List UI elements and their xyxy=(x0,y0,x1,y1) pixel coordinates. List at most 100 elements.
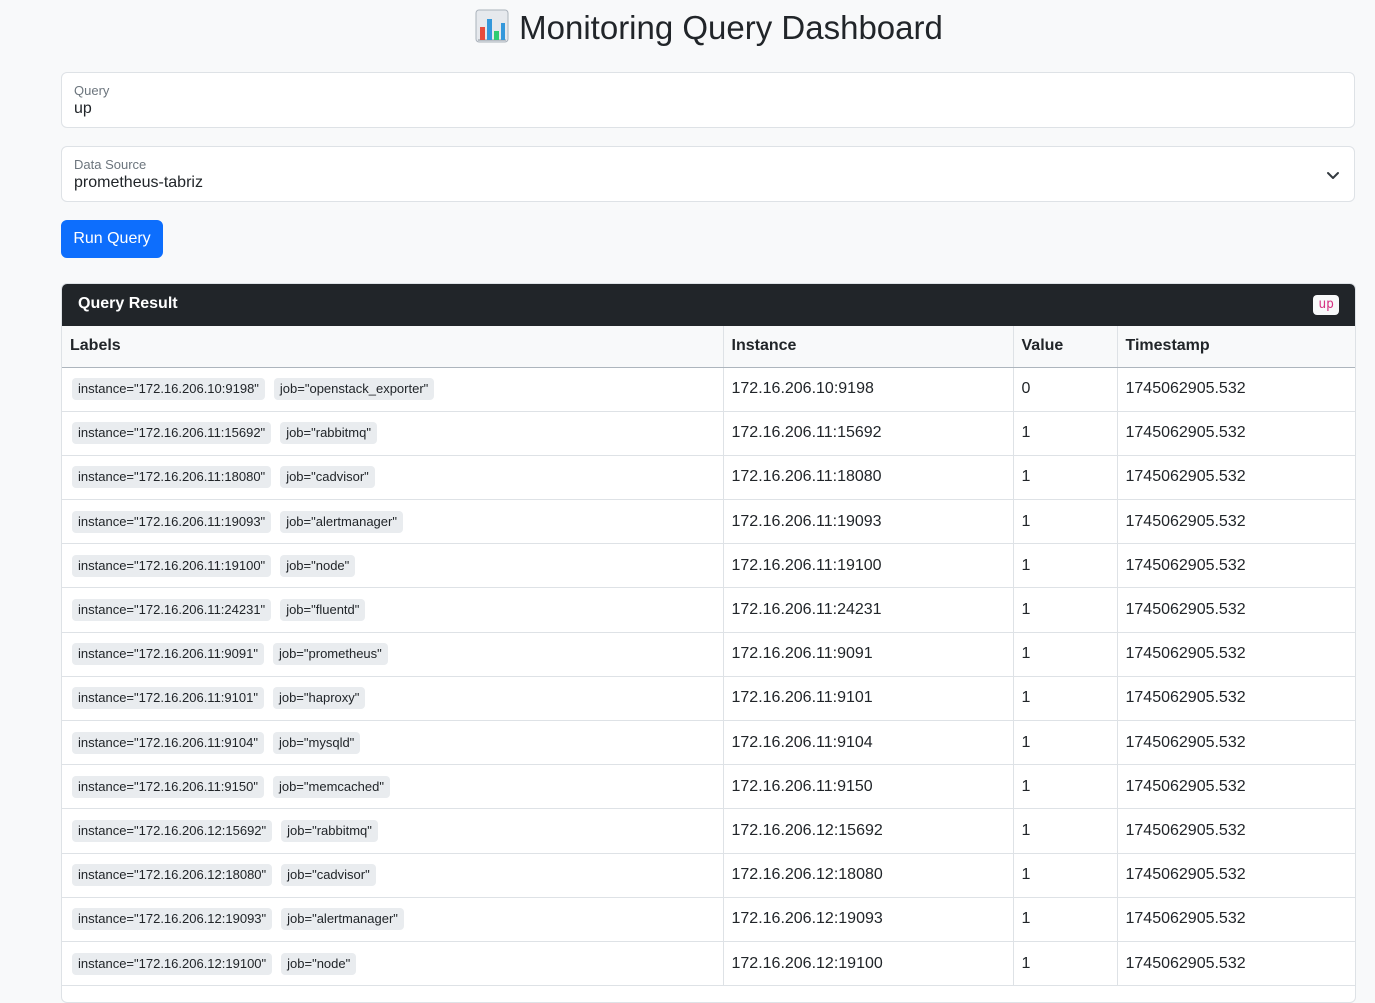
label-chip: job="prometheus" xyxy=(272,643,388,666)
labels-cell: instance="172.16.206.11:9104" job="mysqld… xyxy=(62,720,724,766)
instance-cell: 172.16.206.12:19093 xyxy=(723,897,1014,942)
value-cell: 1 xyxy=(1013,941,1118,987)
label-chip: job="cadvisor" xyxy=(281,864,376,887)
table-row: instance="172.16.206.12:19100" job="node"… xyxy=(62,941,1355,987)
results-body: instance="172.16.206.10:9198" job="openst… xyxy=(62,367,1355,987)
value-cell: 1 xyxy=(1013,720,1118,766)
value-cell: 1 xyxy=(1013,676,1118,722)
query-result-header: Query Result up xyxy=(62,284,1355,326)
results-table: Labels Instance Value Timestamp instance… xyxy=(62,326,1355,987)
label-chip: job="node" xyxy=(281,952,357,975)
timestamp-cell: 1745062905.532 xyxy=(1117,367,1355,412)
page-title-text: Monitoring Query Dashboard xyxy=(519,9,943,46)
table-row: instance="172.16.206.11:24231" job="fluen… xyxy=(62,587,1355,633)
table-row: instance="172.16.206.11:19100" job="node"… xyxy=(62,543,1355,589)
data-source-value[interactable]: prometheus-tabriz xyxy=(74,174,203,192)
timestamp-cell: 1745062905.532 xyxy=(1117,411,1355,456)
value-cell: 1 xyxy=(1013,897,1118,942)
instance-cell: 172.16.206.11:15692 xyxy=(723,411,1014,456)
chevron-down-icon[interactable] xyxy=(1326,168,1340,182)
label-chip: job="openstack_exporter" xyxy=(273,378,435,401)
label-chip: instance="172.16.206.11:19100" xyxy=(72,554,272,577)
timestamp-cell: 1745062905.532 xyxy=(1117,720,1355,766)
value-cell: 1 xyxy=(1013,455,1118,501)
value-cell: 1 xyxy=(1013,587,1118,633)
labels-cell: instance="172.16.206.11:9091" job="promet… xyxy=(62,632,724,677)
labels-cell: instance="172.16.206.11:15692" job="rabbi… xyxy=(62,411,724,456)
label-chip: instance="172.16.206.11:19093" xyxy=(72,510,272,533)
labels-cell: instance="172.16.206.10:9198" job="openst… xyxy=(62,367,724,412)
timestamp-cell: 1745062905.532 xyxy=(1117,897,1355,942)
instance-cell: 172.16.206.12:19100 xyxy=(723,941,1014,987)
table-row: instance="172.16.206.11:9104" job="mysqld… xyxy=(62,720,1355,766)
column-header-value[interactable]: Value xyxy=(1013,326,1118,368)
table-row: instance="172.16.206.12:18080" job="cadvi… xyxy=(62,853,1355,898)
instance-cell: 172.16.206.11:19093 xyxy=(723,499,1014,545)
instance-cell: 172.16.206.12:18080 xyxy=(723,853,1014,898)
label-chip: instance="172.16.206.11:9091" xyxy=(72,643,264,666)
run-query-button[interactable]: Run Query xyxy=(61,220,163,258)
instance-cell: 172.16.206.11:24231 xyxy=(723,587,1014,633)
label-chip: instance="172.16.206.11:18080" xyxy=(72,466,272,489)
labels-cell: instance="172.16.206.11:9150" job="memcac… xyxy=(62,764,724,810)
label-chip: job="memcached" xyxy=(272,775,390,798)
timestamp-cell: 1745062905.532 xyxy=(1117,543,1355,589)
table-row: instance="172.16.206.12:15692" job="rabbi… xyxy=(62,808,1355,854)
label-chip: instance="172.16.206.11:9101" xyxy=(72,687,264,710)
query-result-card: Query Result up Labels Instance Value Ti… xyxy=(61,283,1356,1003)
labels-cell: instance="172.16.206.12:15692" job="rabbi… xyxy=(62,808,724,854)
label-chip: job="alertmanager" xyxy=(281,908,404,931)
label-chip: job="haproxy" xyxy=(272,687,366,710)
table-row: instance="172.16.206.12:19093" job="alert… xyxy=(62,897,1355,942)
instance-cell: 172.16.206.10:9198 xyxy=(723,367,1014,412)
value-cell: 1 xyxy=(1013,543,1118,589)
instance-cell: 172.16.206.11:9150 xyxy=(723,764,1014,810)
value-cell: 1 xyxy=(1013,499,1118,545)
labels-cell: instance="172.16.206.11:19093" job="alert… xyxy=(62,499,724,545)
value-cell: 1 xyxy=(1013,808,1118,854)
instance-cell: 172.16.206.11:19100 xyxy=(723,543,1014,589)
table-row: instance="172.16.206.11:15692" job="rabbi… xyxy=(62,411,1355,456)
data-source-label: Data Source xyxy=(74,157,147,172)
labels-cell: instance="172.16.206.12:19100" job="node" xyxy=(62,941,724,987)
label-chip: job="rabbitmq" xyxy=(280,422,377,445)
table-row: instance="172.16.206.11:19093" job="alert… xyxy=(62,499,1355,545)
timestamp-cell: 1745062905.532 xyxy=(1117,455,1355,501)
table-row: instance="172.16.206.11:9091" job="promet… xyxy=(62,632,1355,677)
timestamp-cell: 1745062905.532 xyxy=(1117,941,1355,987)
label-chip: instance="172.16.206.12:19100" xyxy=(72,952,273,975)
label-chip: instance="172.16.206.12:18080" xyxy=(72,864,273,887)
labels-cell: instance="172.16.206.11:9101" job="haprox… xyxy=(62,676,724,722)
label-chip: instance="172.16.206.12:19093" xyxy=(72,908,273,931)
column-header-labels[interactable]: Labels xyxy=(62,326,724,368)
value-cell: 1 xyxy=(1013,411,1118,456)
data-source-select[interactable]: Data Source prometheus-tabriz xyxy=(61,146,1355,202)
instance-cell: 172.16.206.11:9104 xyxy=(723,720,1014,766)
timestamp-cell: 1745062905.532 xyxy=(1117,632,1355,677)
label-chip: job="mysqld" xyxy=(272,731,361,754)
label-chip: job="alertmanager" xyxy=(280,510,403,533)
table-header-row: Labels Instance Value Timestamp xyxy=(62,326,1355,368)
label-chip: instance="172.16.206.11:15692" xyxy=(72,422,272,445)
instance-cell: 172.16.206.12:15692 xyxy=(723,808,1014,854)
table-row: instance="172.16.206.11:9101" job="haprox… xyxy=(62,676,1355,722)
bar-chart-icon xyxy=(475,9,509,43)
instance-cell: 172.16.206.11:9101 xyxy=(723,676,1014,722)
label-chip: instance="172.16.206.11:9150" xyxy=(72,775,264,798)
label-chip: instance="172.16.206.10:9198" xyxy=(72,378,265,401)
timestamp-cell: 1745062905.532 xyxy=(1117,853,1355,898)
table-row: instance="172.16.206.11:18080" job="cadvi… xyxy=(62,455,1355,501)
column-header-instance[interactable]: Instance xyxy=(723,326,1014,368)
query-input[interactable]: Query up xyxy=(61,72,1355,128)
value-cell: 1 xyxy=(1013,853,1118,898)
label-chip: instance="172.16.206.11:24231" xyxy=(72,599,272,622)
table-row: instance="172.16.206.10:9198" job="openst… xyxy=(62,367,1355,412)
label-chip: job="node" xyxy=(280,554,356,577)
query-value[interactable]: up xyxy=(74,100,92,118)
value-cell: 1 xyxy=(1013,764,1118,810)
query-result-title: Query Result xyxy=(78,295,178,312)
query-label: Query xyxy=(74,83,110,98)
column-header-timestamp[interactable]: Timestamp xyxy=(1117,326,1355,368)
labels-cell: instance="172.16.206.12:18080" job="cadvi… xyxy=(62,853,724,898)
value-cell: 0 xyxy=(1013,367,1118,412)
